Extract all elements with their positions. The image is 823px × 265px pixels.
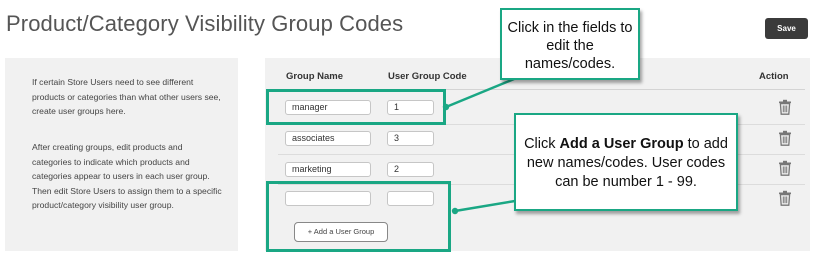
trash-icon[interactable] — [778, 190, 792, 206]
add-callout-bold: Add a User Group — [559, 136, 684, 152]
group-code-input[interactable] — [387, 162, 434, 177]
add-group-highlight — [266, 181, 451, 252]
info-paragraph-1: If certain Store Users need to see diffe… — [32, 77, 221, 116]
edit-fields-callout: Click in the fields to edit the names/co… — [500, 8, 640, 80]
page-title: Product/Category Visibility Group Codes — [6, 11, 404, 36]
trash-icon[interactable] — [778, 130, 792, 146]
trash-icon[interactable] — [778, 160, 792, 176]
trash-icon[interactable] — [778, 99, 792, 115]
add-group-callout: Click Add a User Group to add new names/… — [514, 113, 738, 211]
group-name-input[interactable] — [285, 162, 371, 177]
group-name-header: Group Name — [286, 71, 344, 82]
group-name-input[interactable] — [285, 131, 371, 146]
info-panel: If certain Store Users need to see diffe… — [5, 58, 238, 251]
action-header: Action — [759, 71, 789, 82]
edit-fields-highlight — [266, 89, 446, 125]
user-group-code-header: User Group Code — [388, 71, 467, 82]
add-callout-prefix: Click — [524, 136, 560, 152]
info-paragraph-2: After creating groups, edit products and… — [32, 142, 222, 210]
group-code-input[interactable] — [387, 131, 434, 146]
save-button[interactable]: Save — [765, 18, 808, 39]
